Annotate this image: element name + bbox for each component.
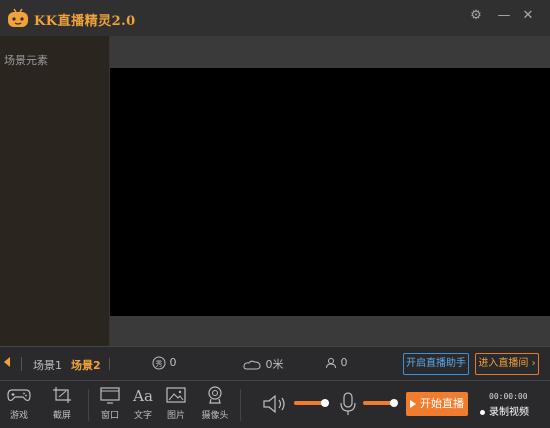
sprout-count: 0米 — [265, 358, 284, 371]
user-icon — [326, 358, 336, 369]
image-source-button[interactable]: 图片 — [161, 385, 191, 421]
scene-tab-1[interactable]: 场景1 — [33, 357, 62, 373]
start-live-label: 开始直播 — [420, 397, 464, 410]
game-source-button[interactable]: 游戏 — [4, 385, 34, 421]
camera-source-button[interactable]: 摄像头 — [200, 385, 230, 421]
divider — [109, 358, 110, 370]
settings-gear-icon[interactable]: ⚙ — [466, 6, 486, 26]
text-icon: Aa — [132, 387, 153, 405]
viewer-stat: 0 — [325, 356, 348, 369]
preview-bottom-margin — [110, 316, 550, 346]
minimize-button[interactable]: — — [494, 6, 514, 26]
screenshot-label: 截屏 — [52, 411, 71, 421]
record-video-button[interactable]: 录制视频 — [480, 403, 529, 418]
flower-stat: 秀 0 — [152, 356, 177, 370]
record-video-label: 录制视频 — [489, 407, 529, 418]
crop-icon — [53, 387, 71, 403]
scene-tab-2[interactable]: 场景2 — [71, 357, 101, 373]
sprout-stat: 0米 — [242, 356, 284, 372]
close-button[interactable]: ✕ — [518, 6, 538, 26]
preview-top-margin — [110, 36, 550, 68]
record-dot-icon — [480, 409, 485, 415]
enter-live-room-button[interactable]: 进入直播间 › — [475, 353, 539, 375]
screenshot-source-button[interactable]: 截屏 — [47, 385, 77, 421]
record-timer: 00:00:00 — [489, 392, 528, 401]
viewer-count: 0 — [340, 356, 348, 369]
text-label: 文字 — [133, 411, 152, 421]
scene-prev-arrow-icon[interactable] — [4, 357, 10, 367]
svg-text:Aa: Aa — [132, 387, 153, 405]
svg-text:秀: 秀 — [156, 359, 163, 368]
start-live-button[interactable]: 开始直播 — [406, 392, 468, 416]
chevron-right-icon: › — [531, 358, 536, 369]
camera-label: 摄像头 — [201, 411, 229, 421]
scene-elements-header: 场景元素 — [4, 54, 48, 67]
window-source-button[interactable]: 窗口 — [95, 385, 125, 421]
enter-live-room-label: 进入直播间 — [478, 358, 529, 369]
divider — [21, 357, 22, 371]
window-label: 窗口 — [100, 411, 119, 421]
game-label: 游戏 — [9, 411, 28, 421]
window-icon — [100, 387, 120, 404]
microphone-icon[interactable] — [339, 391, 357, 417]
text-source-button[interactable]: Aa 文字 — [128, 385, 158, 421]
live-preview-canvas — [110, 68, 550, 316]
speaker-icon[interactable] — [262, 393, 288, 415]
flower-icon: 秀 — [152, 356, 166, 370]
app-title: KK直播精灵2.0 — [34, 14, 136, 29]
title-bar: KK直播精灵2.0 ⚙ — ✕ — [0, 0, 550, 36]
app-logo-icon — [8, 8, 28, 27]
volume-slider-handle[interactable] — [321, 399, 329, 407]
open-live-assistant-button[interactable]: 开启直播助手 — [403, 353, 469, 375]
play-icon — [410, 400, 416, 408]
cloud-icon — [243, 360, 261, 370]
image-icon — [166, 387, 186, 403]
gamepad-icon — [7, 389, 31, 402]
mic-slider-handle[interactable] — [390, 399, 398, 407]
scene-bar: 场景1 场景2 秀 0 0米 0 开启直播助手 进入直播间 › — [0, 346, 550, 380]
image-label: 图片 — [166, 411, 185, 421]
flower-count: 0 — [169, 356, 177, 369]
scene-elements-panel: 场景元素 — [0, 36, 110, 346]
camera-icon — [208, 386, 222, 404]
divider — [240, 389, 241, 421]
divider — [88, 389, 89, 421]
